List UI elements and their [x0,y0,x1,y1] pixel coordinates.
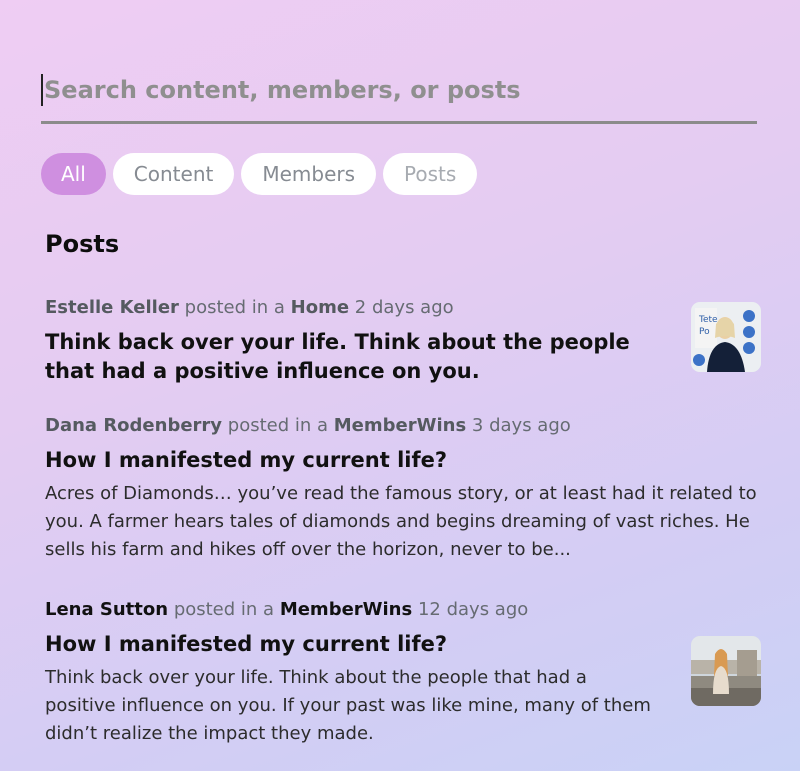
post-meta: Dana Rodenberry posted in a MemberWins 3… [45,414,765,438]
filter-chip-all[interactable]: All [41,153,106,195]
post-space[interactable]: Home [291,297,349,318]
post-excerpt: Acres of Diamonds… you’ve read the famou… [45,483,757,560]
filter-tabs: All Content Members Posts [41,153,478,195]
person-on-rooftop-thumbnail [691,636,761,706]
person-by-poster-thumbnail: Tete Po [691,302,761,372]
post-time: 3 days ago [471,415,571,436]
post-meta: Estelle Keller posted in a Home 2 days a… [45,296,685,320]
post-author[interactable]: Estelle Keller [45,297,179,318]
text-cursor [41,74,43,106]
post-time: 2 days ago [354,297,454,318]
section-title: Posts [45,230,120,258]
post-posted-in: posted in a [227,415,329,436]
post-item[interactable]: Estelle Keller posted in a Home 2 days a… [45,296,685,386]
search-input[interactable] [44,68,744,112]
post-item[interactable]: Dana Rodenberry posted in a MemberWins 3… [45,414,765,564]
post-posted-in: posted in a [184,297,285,318]
svg-text:Po: Po [699,327,710,337]
post-thumbnail[interactable]: Tete Po [691,302,761,372]
post-title[interactable]: How I manifested my current life? [45,630,655,659]
post-title[interactable]: Think back over your life. Think about t… [45,328,685,386]
post-author[interactable]: Dana Rodenberry [45,415,222,436]
post-author[interactable]: Lena Sutton [45,599,168,620]
filter-chip-content[interactable]: Content [112,153,235,195]
post-space[interactable]: MemberWins [280,599,412,620]
post-item[interactable]: Lena Sutton posted in a MemberWins 12 da… [45,598,655,748]
post-title[interactable]: How I manifested my current life? [45,446,765,475]
post-excerpt: Think back over your life. Think about t… [45,667,651,744]
svg-text:Tete: Tete [698,315,718,325]
filter-chip-posts[interactable]: Posts [383,153,478,195]
filter-chip-members[interactable]: Members [241,153,377,195]
post-space[interactable]: MemberWins [334,415,466,436]
post-meta: Lena Sutton posted in a MemberWins 12 da… [45,598,655,622]
post-time: 12 days ago [417,599,529,620]
search-bar[interactable] [41,68,757,124]
post-thumbnail[interactable] [691,636,761,706]
post-posted-in: posted in a [173,599,275,620]
